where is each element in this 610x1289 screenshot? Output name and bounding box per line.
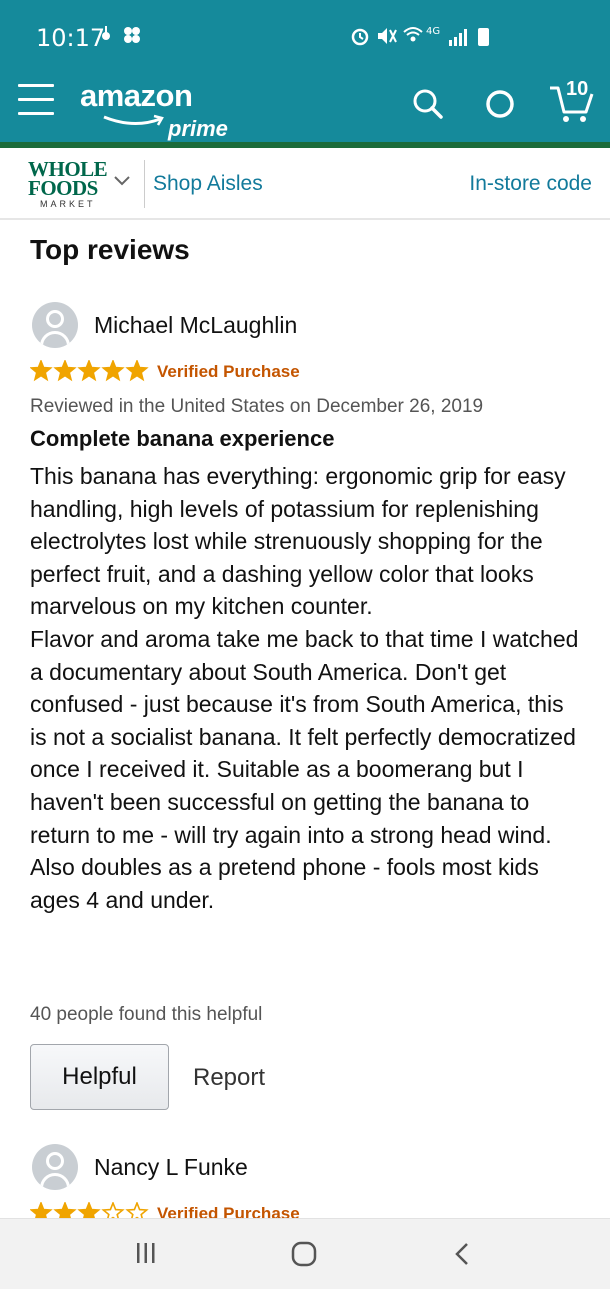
search-icon[interactable]	[410, 86, 446, 122]
rating-row: Verified Purchase	[29, 358, 580, 387]
menu-icon[interactable]	[18, 84, 54, 118]
star-filled-icon	[53, 358, 77, 382]
recents-icon[interactable]	[134, 1241, 158, 1270]
reviewer-name[interactable]: Nancy L Funke	[94, 1154, 248, 1181]
avatar	[32, 1144, 78, 1190]
smile-icon	[103, 114, 164, 126]
status-time: 10:17	[36, 24, 106, 52]
brand-line2: FOODS	[28, 176, 98, 200]
section-title: Top reviews	[30, 234, 190, 265]
status-notification-icons	[100, 24, 148, 52]
store-subnav: WHOLE FOODS MARKET Shop Aisles In-store …	[0, 148, 610, 220]
star-filled-icon	[77, 358, 101, 382]
whole-foods-logo[interactable]: WHOLE FOODS MARKET	[28, 159, 108, 210]
report-link[interactable]: Report	[193, 1064, 265, 1092]
star-filled-icon	[101, 358, 125, 382]
battery-icon	[478, 28, 489, 46]
review-body: This banana has everything: ergonomic gr…	[30, 463, 579, 913]
review-card: Nancy L Funke Verified Purchase	[29, 1144, 580, 1228]
alexa-icon[interactable]	[482, 86, 518, 122]
helpful-count: 40 people found this helpful	[30, 1004, 263, 1025]
status-bar: 10:17 4G	[0, 0, 610, 68]
signal-icon	[448, 28, 468, 51]
instore-code-link[interactable]: In-store code	[469, 172, 592, 196]
chevron-down-icon[interactable]	[112, 174, 132, 188]
mute-icon	[376, 26, 398, 51]
wifi-icon	[402, 24, 424, 51]
verified-badge: Verified Purchase	[157, 362, 300, 381]
logo-text: amazon	[80, 78, 193, 113]
logo-sub: prime	[168, 116, 228, 141]
shop-aisles-link[interactable]: Shop Aisles	[153, 172, 263, 196]
review-header: Michael McLaughlin	[30, 302, 580, 348]
helpful-button[interactable]: Helpful	[30, 1044, 169, 1110]
review-date: Reviewed in the United States on Decembe…	[30, 396, 484, 417]
home-icon[interactable]	[290, 1241, 318, 1272]
reviewer-name[interactable]: Michael McLaughlin	[94, 312, 297, 339]
subnav-divider	[144, 160, 145, 208]
system-nav-bar	[0, 1218, 610, 1289]
cart-count: 10	[566, 78, 589, 100]
review-title: Complete banana experience	[30, 426, 335, 451]
notification-icon	[102, 26, 140, 43]
app-header: amazon prime 10	[0, 68, 610, 142]
alarm-icon	[350, 26, 370, 51]
network-type: 4G	[426, 26, 441, 37]
back-icon[interactable]	[452, 1241, 472, 1272]
star-filled-icon	[29, 358, 53, 382]
amazon-prime-logo[interactable]: amazon prime	[80, 78, 228, 141]
star-filled-icon	[125, 358, 149, 382]
review-header: Nancy L Funke	[30, 1144, 580, 1190]
star-rating	[29, 358, 150, 387]
review-card: Michael McLaughlin Verified Purchase Rev…	[29, 302, 580, 916]
avatar	[32, 302, 78, 348]
